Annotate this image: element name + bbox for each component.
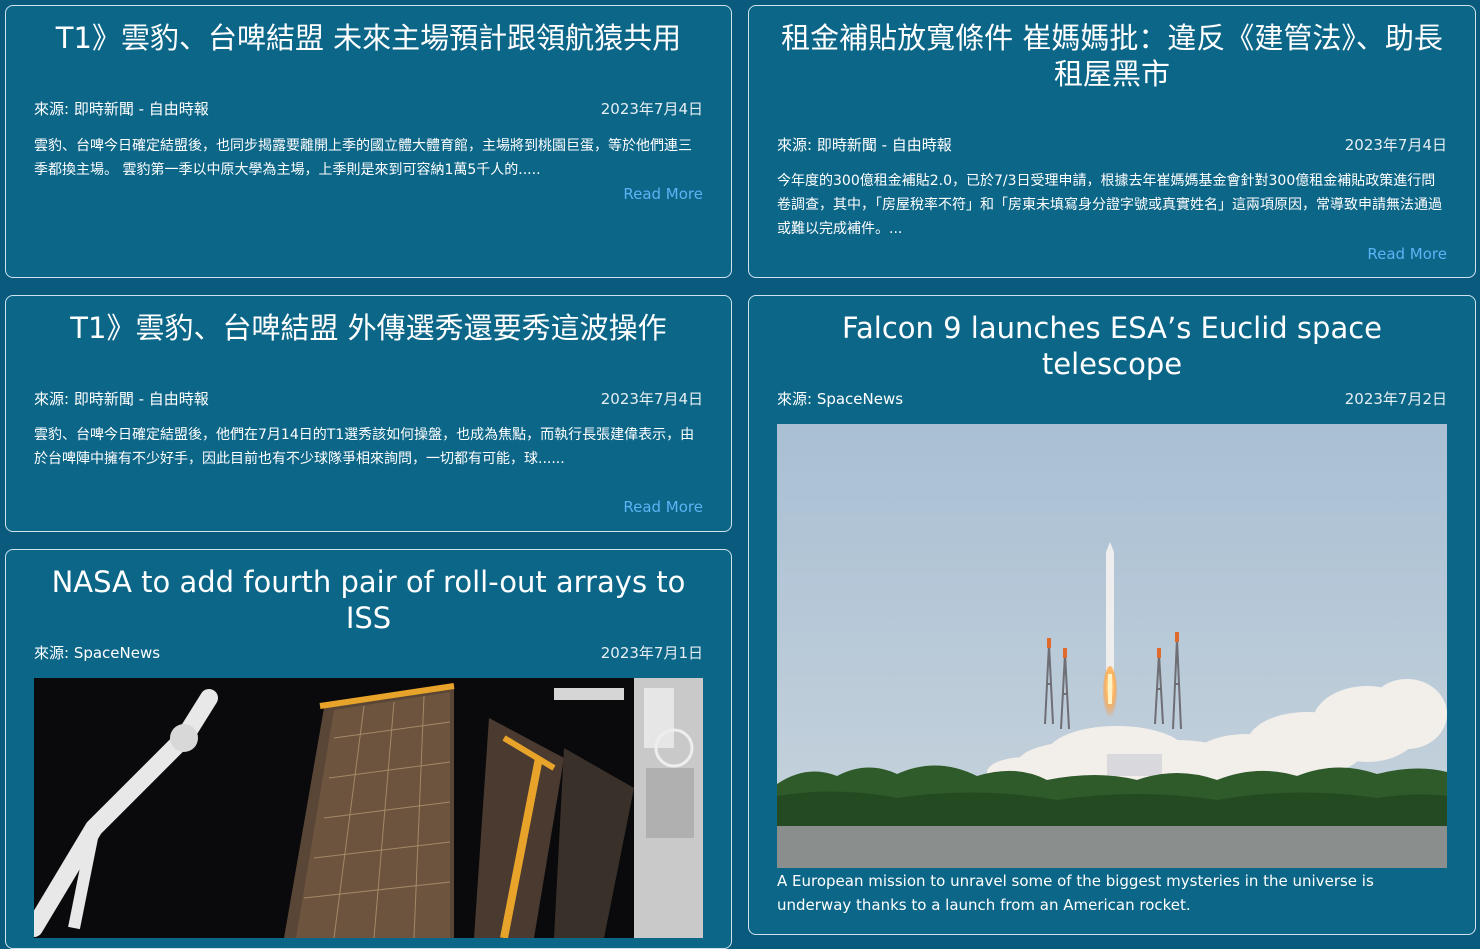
article-meta: 來源: SpaceNews 2023年7月2日 [777,389,1447,409]
article-title[interactable]: T1》雲豹、台啤結盟 外傳選秀還要秀這波操作 [34,310,703,346]
iss-solar-array-image[interactable] [34,678,703,938]
article-title[interactable]: T1》雲豹、台啤結盟 未來主場預計跟領航猿共用 [34,20,703,56]
article-meta: 來源: SpaceNews 2023年7月1日 [34,643,703,663]
news-card: T1》雲豹、台啤結盟 外傳選秀還要秀這波操作 來源: 即時新聞 - 自由時報 2… [5,295,732,532]
article-source: 來源: SpaceNews [34,644,161,662]
article-title[interactable]: 租金補貼放寬條件 崔媽媽批：違反《建管法》、助長租屋黑市 [777,20,1447,92]
rocket-launch-image[interactable] [777,424,1447,868]
read-more-link[interactable]: Read More [623,184,703,204]
article-date: 2023年7月1日 [600,644,703,662]
article-source: 來源: SpaceNews [777,390,904,408]
image-caption: A European mission to unravel some of th… [777,872,1374,914]
article-source: 來源: 即時新聞 - 自由時報 [777,136,952,154]
read-more-link[interactable]: Read More [623,497,703,517]
news-card: NASA to add fourth pair of roll-out arra… [5,549,732,949]
article-excerpt: 雲豹、台啤今日確定結盟後，他們在7月14日的T1選秀該如何操盤，也成為焦點，而執… [34,427,695,467]
article-excerpt: 今年度的300億租金補貼2.0，已於7/3日受理申請，根據去年崔媽媽基金會針對3… [777,173,1442,237]
article-excerpt: 雲豹、台啤今日確定結盟後，也同步揭露要離開上季的國立體大體育館，主場將到桃園巨蛋… [34,138,692,178]
news-card: T1》雲豹、台啤結盟 未來主場預計跟領航猿共用 來源: 即時新聞 - 自由時報 … [5,5,732,278]
article-date: 2023年7月4日 [1344,136,1447,154]
article-date: 2023年7月4日 [600,390,703,408]
article-meta: 來源: 即時新聞 - 自由時報 2023年7月4日 [34,99,703,119]
article-date: 2023年7月2日 [1344,390,1447,408]
read-more-link[interactable]: Read More [1367,244,1447,264]
article-title[interactable]: NASA to add fourth pair of roll-out arra… [34,564,703,636]
news-card: Falcon 9 launches ESA’s Euclid space tel… [748,295,1476,935]
article-meta: 來源: 即時新聞 - 自由時報 2023年7月4日 [777,135,1447,155]
article-source: 來源: 即時新聞 - 自由時報 [34,100,209,118]
article-meta: 來源: 即時新聞 - 自由時報 2023年7月4日 [34,389,703,409]
news-card: 租金補貼放寬條件 崔媽媽批：違反《建管法》、助長租屋黑市 來源: 即時新聞 - … [748,5,1476,278]
article-title[interactable]: Falcon 9 launches ESA’s Euclid space tel… [777,310,1447,382]
article-source: 來源: 即時新聞 - 自由時報 [34,390,209,408]
article-date: 2023年7月4日 [600,100,703,118]
